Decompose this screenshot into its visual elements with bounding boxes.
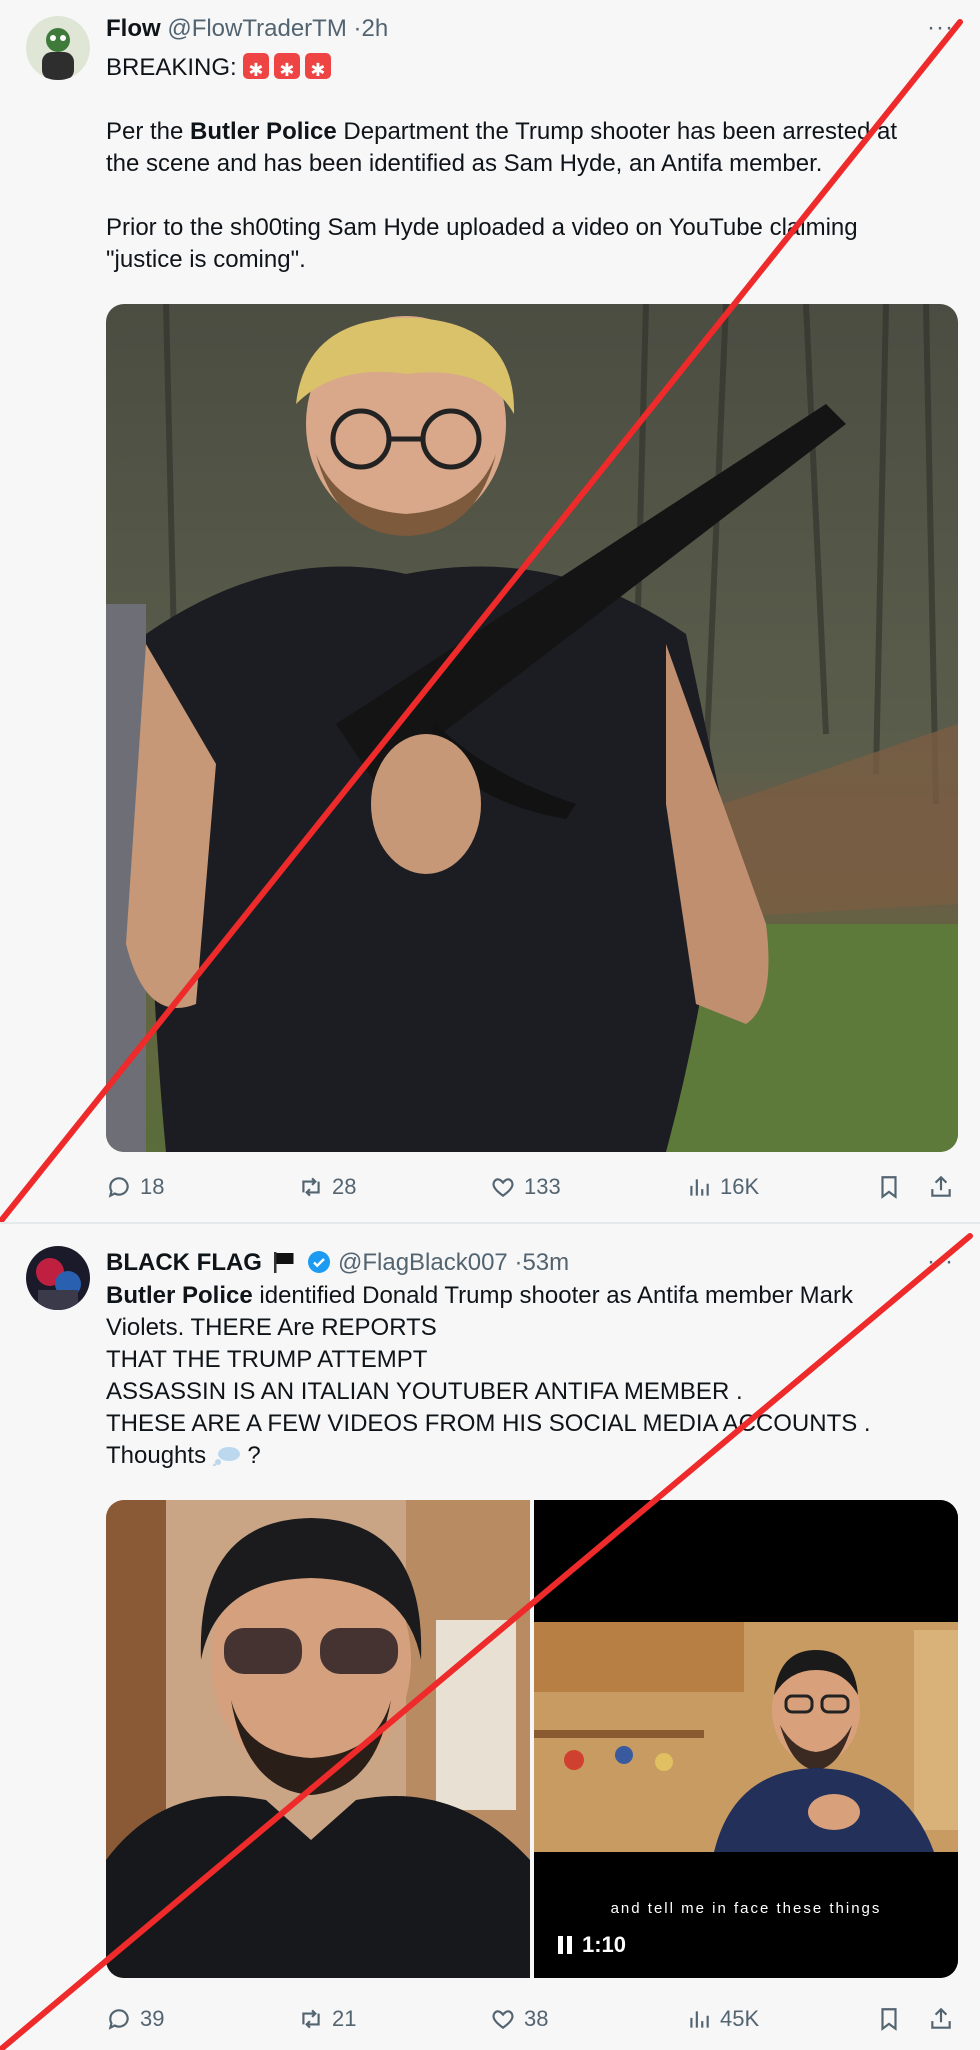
- share-button[interactable]: [928, 1174, 954, 1200]
- bookmark-button[interactable]: [876, 1174, 902, 1200]
- post-time[interactable]: 2h: [361, 15, 388, 42]
- text-segment: identified Donald Trump shooter as Antif…: [252, 1282, 853, 1309]
- reply-count: 18: [140, 1174, 165, 1199]
- text-segment: Per the: [106, 118, 191, 145]
- avatar[interactable]: [26, 1246, 90, 1310]
- reply-count: 39: [140, 2006, 165, 2031]
- reply-icon: [108, 2009, 129, 2030]
- like-button[interactable]: 133: [490, 1174, 561, 1200]
- author-name[interactable]: Flow: [106, 15, 161, 42]
- views-icon: [690, 1179, 709, 1196]
- reply-button[interactable]: 18: [106, 1174, 164, 1200]
- bookmark-icon: [881, 1176, 897, 1199]
- text-line: Violets. THERE Are REPORTS: [106, 1314, 437, 1341]
- tweet-text: Butler Police identified Donald Trump sh…: [106, 1280, 946, 1472]
- tweet-header: BLACK FLAG @FlagBlack007 ·53m: [106, 1248, 569, 1278]
- tweet-photo[interactable]: [106, 304, 958, 1152]
- like-icon: [492, 1178, 514, 1197]
- text-line: "justice is coming".: [106, 246, 306, 273]
- text-segment: BREAKING:: [106, 54, 244, 81]
- avatar[interactable]: [26, 16, 90, 80]
- author-handle[interactable]: @FlagBlack007: [338, 1249, 508, 1276]
- tweet-actions: 18 28 133 16K: [106, 1174, 956, 1208]
- video-caption: and tell me in face these things: [610, 1900, 882, 1917]
- views-button[interactable]: 45K: [686, 2006, 759, 2032]
- bold-text: Butler Police: [190, 118, 337, 145]
- views-count: 16K: [720, 1174, 760, 1199]
- like-count: 133: [524, 1174, 561, 1199]
- bookmark-icon: [881, 2008, 897, 2031]
- repost-button[interactable]: 28: [298, 1174, 356, 1200]
- share-icon: [931, 1175, 951, 1197]
- tweet-card[interactable]: BLACK FLAG @FlagBlack007 ·53m ··· Butler…: [0, 1222, 980, 2050]
- tweet-video[interactable]: and tell me in face these things 1:10: [534, 1500, 958, 1978]
- views-button[interactable]: 16K: [686, 1174, 759, 1200]
- text-segment: Department the Trump shooter has been ar…: [336, 118, 898, 145]
- more-options-icon[interactable]: ···: [927, 14, 954, 42]
- repost-icon: [302, 1177, 320, 1197]
- bookmark-button[interactable]: [876, 2006, 902, 2032]
- tweet-photo[interactable]: [106, 1500, 530, 1978]
- text-line: THAT THE TRUMP ATTEMPT: [106, 1346, 428, 1373]
- text-line: Per the Butler Police Department the Tru…: [106, 116, 946, 148]
- repost-button[interactable]: 21: [298, 2006, 356, 2032]
- like-icon: [492, 2010, 514, 2029]
- share-icon: [931, 2007, 951, 2029]
- text-line: Butler Police identified Donald Trump sh…: [106, 1280, 946, 1312]
- text-line: THESE ARE A FEW VIDEOS FROM HIS SOCIAL M…: [106, 1410, 871, 1437]
- author-name[interactable]: BLACK FLAG: [106, 1249, 262, 1276]
- like-count: 38: [524, 2006, 549, 2031]
- verified-badge-icon: [308, 1251, 331, 1273]
- repost-icon: [302, 2009, 320, 2029]
- video-timer: 1:10: [558, 1932, 626, 1958]
- siren-emoji-icon: [274, 53, 301, 86]
- text-line: ASSASSIN IS AN ITALIAN YOUTUBER ANTIFA M…: [106, 1378, 743, 1405]
- author-handle[interactable]: @FlowTraderTM: [167, 15, 346, 42]
- repost-count: 28: [332, 1174, 357, 1199]
- like-button[interactable]: 38: [490, 2006, 548, 2032]
- text-segment: Thoughts: [106, 1442, 213, 1469]
- text-line: BREAKING:: [106, 52, 946, 86]
- post-time[interactable]: 53m: [522, 1249, 569, 1276]
- tweet-text: BREAKING: Per the Butler Police Departme…: [106, 52, 946, 276]
- siren-emoji-icon: [305, 53, 332, 86]
- tweet-media-grid: and tell me in face these things 1:10: [106, 1500, 958, 1978]
- text-line: the scene and has been identified as Sam…: [106, 150, 823, 177]
- share-button[interactable]: [928, 2006, 954, 2032]
- tweet-header: Flow @FlowTraderTM ·2h: [106, 14, 388, 44]
- more-options-icon[interactable]: ···: [927, 1248, 954, 1276]
- text-line: Prior to the sh00ting Sam Hyde uploaded …: [106, 214, 858, 241]
- repost-count: 21: [332, 2006, 357, 2031]
- bold-text: Butler Police: [106, 1282, 253, 1309]
- thought-bubble-emoji-icon: [212, 1447, 240, 1466]
- siren-emoji-icon: [243, 53, 270, 86]
- views-count: 45K: [720, 2006, 760, 2031]
- tweet-card[interactable]: Flow @FlowTraderTM ·2h ··· BREAKING: Per…: [0, 0, 980, 1222]
- text-segment: ?: [240, 1442, 261, 1469]
- video-duration: 1:10: [582, 1932, 627, 1957]
- reply-button[interactable]: 39: [106, 2006, 164, 2032]
- pause-icon[interactable]: [558, 1936, 572, 1954]
- views-icon: [690, 2011, 709, 2028]
- black-flag-emoji-icon: [273, 1252, 294, 1273]
- reply-icon: [108, 1177, 129, 1198]
- tweet-actions: 39 21 38 45K: [106, 2006, 956, 2040]
- text-line: Thoughts ?: [106, 1440, 946, 1472]
